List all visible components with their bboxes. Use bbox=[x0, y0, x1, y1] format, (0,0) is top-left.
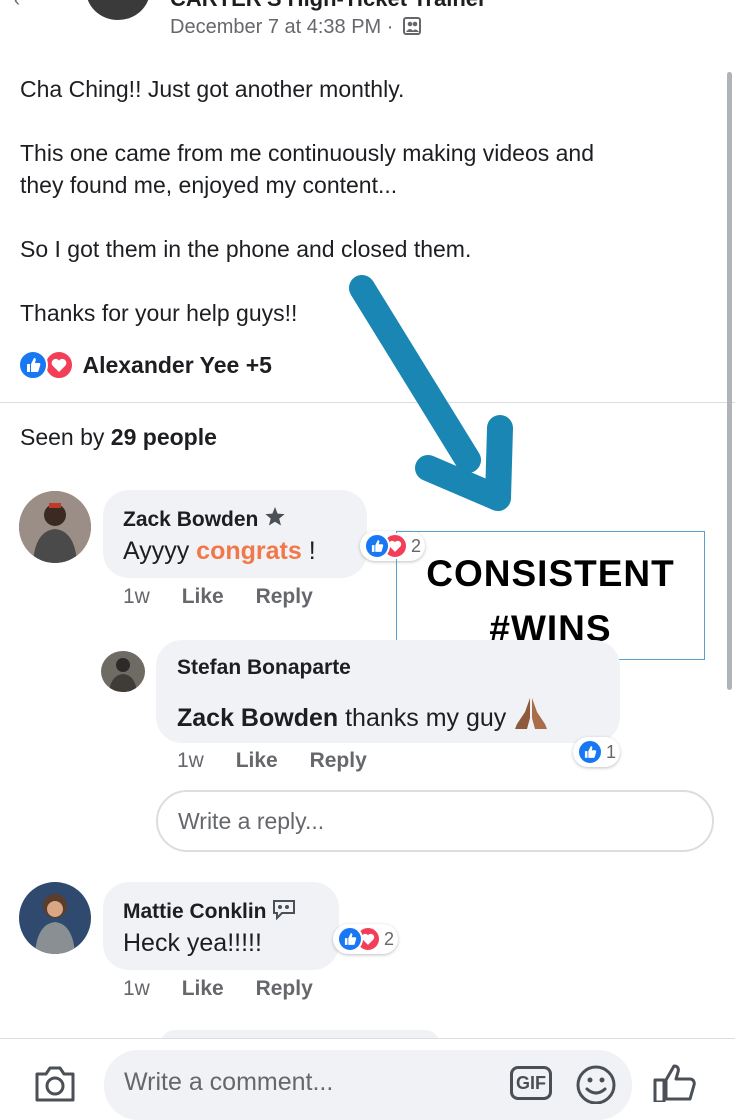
like-button[interactable]: Like bbox=[182, 977, 224, 1000]
comment-meta: 1w Like Reply bbox=[123, 585, 339, 609]
author-avatar[interactable] bbox=[86, 0, 150, 20]
gif-button[interactable]: GIF bbox=[510, 1066, 552, 1100]
praying-hands-icon bbox=[515, 698, 548, 729]
comment-placeholder: Write a comment... bbox=[124, 1068, 334, 1096]
emoji-icon[interactable] bbox=[574, 1064, 618, 1104]
reaction-count: 1 bbox=[606, 741, 617, 762]
conversation-starter-icon bbox=[273, 900, 296, 921]
avatar[interactable] bbox=[19, 491, 91, 563]
like-reaction-icon bbox=[337, 926, 363, 952]
annotation-arrow-icon bbox=[349, 275, 513, 511]
post-line: Cha Ching!! Just got another monthly. bbox=[20, 76, 405, 102]
reply-time: 1w bbox=[177, 749, 204, 772]
post-line: This one came from me continuously makin… bbox=[20, 140, 595, 166]
like-button[interactable]: Like bbox=[236, 749, 278, 772]
reactions-summary[interactable]: Alexander Yee +5 bbox=[18, 350, 272, 380]
comment-reactions[interactable]: 2 bbox=[333, 924, 399, 954]
comment-time: 1w bbox=[123, 585, 150, 608]
camera-icon[interactable] bbox=[33, 1064, 77, 1102]
reply-text: Zack Bowden thanks my guy bbox=[177, 696, 549, 733]
like-button[interactable]: Like bbox=[182, 585, 224, 608]
like-reaction-icon bbox=[577, 739, 603, 765]
post-timestamp: December 7 at 4:38 PM · bbox=[170, 16, 421, 39]
post-line: So I got them in the phone and closed th… bbox=[20, 236, 472, 262]
reply-button[interactable]: Reply bbox=[310, 749, 367, 772]
reaction-count: 2 bbox=[384, 928, 395, 949]
reply-reactions[interactable]: 1 bbox=[573, 737, 621, 767]
person-avatar-icon bbox=[19, 882, 91, 954]
avatar[interactable] bbox=[19, 882, 91, 954]
reply-author[interactable]: Stefan Bonaparte bbox=[177, 656, 351, 680]
comment-text: Ayyyy congrats ! bbox=[123, 537, 316, 565]
person-avatar-icon bbox=[19, 491, 91, 563]
reply-button[interactable]: Reply bbox=[256, 585, 313, 608]
group-name[interactable]: CARTER'S High-Ticket Trainer bbox=[170, 0, 487, 12]
highlighted-word: congrats bbox=[196, 537, 302, 565]
seen-by[interactable]: Seen by 29 people bbox=[20, 424, 217, 451]
comment-text: Heck yea!!!!! bbox=[123, 929, 262, 957]
back-chevron-icon[interactable]: ‹ bbox=[14, 0, 20, 11]
person-avatar-icon bbox=[101, 651, 145, 692]
group-privacy-icon bbox=[403, 17, 421, 35]
scrollbar[interactable] bbox=[727, 72, 732, 690]
post-line: they found me, enjoyed my content... bbox=[20, 172, 398, 198]
reply-input[interactable]: Write a reply... bbox=[156, 790, 714, 852]
mention-link[interactable]: Zack Bowden bbox=[177, 704, 338, 732]
reply-meta: 1w Like Reply bbox=[177, 749, 393, 773]
like-reaction-icon bbox=[18, 350, 48, 380]
seen-count: 29 people bbox=[110, 424, 217, 450]
reply-button[interactable]: Reply bbox=[256, 977, 313, 1000]
like-reaction-icon bbox=[364, 533, 390, 559]
comment-author[interactable]: Zack Bowden bbox=[123, 506, 286, 532]
star-badge-icon bbox=[265, 507, 285, 526]
avatar[interactable] bbox=[101, 651, 145, 692]
reaction-icons bbox=[18, 350, 75, 380]
thumbs-up-icon[interactable] bbox=[652, 1062, 700, 1102]
reactors-text: Alexander Yee +5 bbox=[82, 351, 272, 378]
comment-author[interactable]: Mattie Conklin bbox=[123, 898, 296, 924]
love-reaction-icon bbox=[44, 350, 75, 380]
comment-meta: 1w Like Reply bbox=[123, 977, 339, 1001]
comment-time: 1w bbox=[123, 977, 150, 1000]
